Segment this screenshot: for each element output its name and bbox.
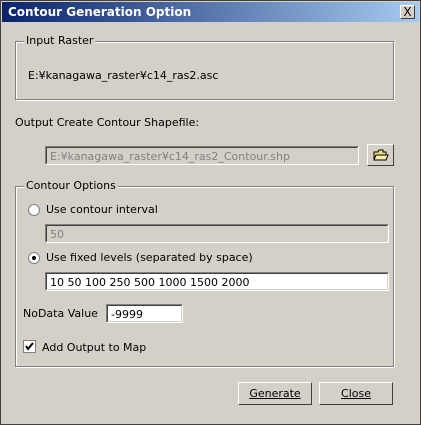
generate-button[interactable]: Generate: [238, 382, 312, 405]
nodata-label: NoData Value: [23, 307, 98, 320]
window-title: Contour Generation Option: [8, 5, 192, 19]
checkmark-icon: [25, 342, 34, 351]
use-interval-label[interactable]: Use contour interval: [46, 203, 158, 216]
add-to-map-checkbox[interactable]: [23, 340, 36, 353]
radio-selected-dot: [32, 256, 36, 260]
contour-options-group: Contour Options Use contour interval 50 …: [15, 179, 394, 367]
title-bar[interactable]: Contour Generation Option X: [2, 2, 419, 22]
contour-options-group-title: Contour Options: [24, 179, 118, 192]
close-button-label: Close: [341, 387, 371, 400]
nodata-value: -9999: [111, 308, 143, 321]
use-interval-radio[interactable]: [28, 204, 40, 216]
use-fixed-levels-label[interactable]: Use fixed levels (separated by space): [46, 251, 253, 264]
interval-input[interactable]: 50: [45, 224, 389, 243]
input-raster-group: Input Raster E:¥kanagawa_raster¥c14_ras2…: [15, 34, 394, 100]
fixed-levels-input[interactable]: 10 50 100 250 500 1000 1500 2000: [45, 272, 389, 291]
generate-button-label: Generate: [249, 387, 301, 400]
close-window-button[interactable]: X: [400, 5, 415, 19]
fixed-levels-value: 10 50 100 250 500 1000 1500 2000: [50, 276, 250, 289]
folder-open-icon: [373, 149, 389, 165]
add-to-map-label[interactable]: Add Output to Map: [42, 341, 146, 354]
input-raster-path: E:¥kanagawa_raster¥c14_ras2.asc: [28, 69, 219, 82]
interval-value: 50: [50, 228, 64, 241]
output-shapefile-field[interactable]: E:¥kanagawa_raster¥c14_ras2_Contour.shp: [45, 146, 359, 165]
output-shapefile-path: E:¥kanagawa_raster¥c14_ras2_Contour.shp: [50, 150, 290, 163]
close-button[interactable]: Close: [319, 382, 393, 405]
close-icon: X: [403, 5, 412, 19]
output-shapefile-label: Output Create Contour Shapefile:: [15, 116, 200, 129]
input-raster-group-title: Input Raster: [24, 34, 96, 47]
dialog-window: Contour Generation Option X Input Raster…: [0, 0, 421, 425]
browse-output-button[interactable]: [367, 144, 394, 166]
nodata-input[interactable]: -9999: [106, 304, 183, 323]
use-fixed-levels-radio[interactable]: [28, 252, 40, 264]
